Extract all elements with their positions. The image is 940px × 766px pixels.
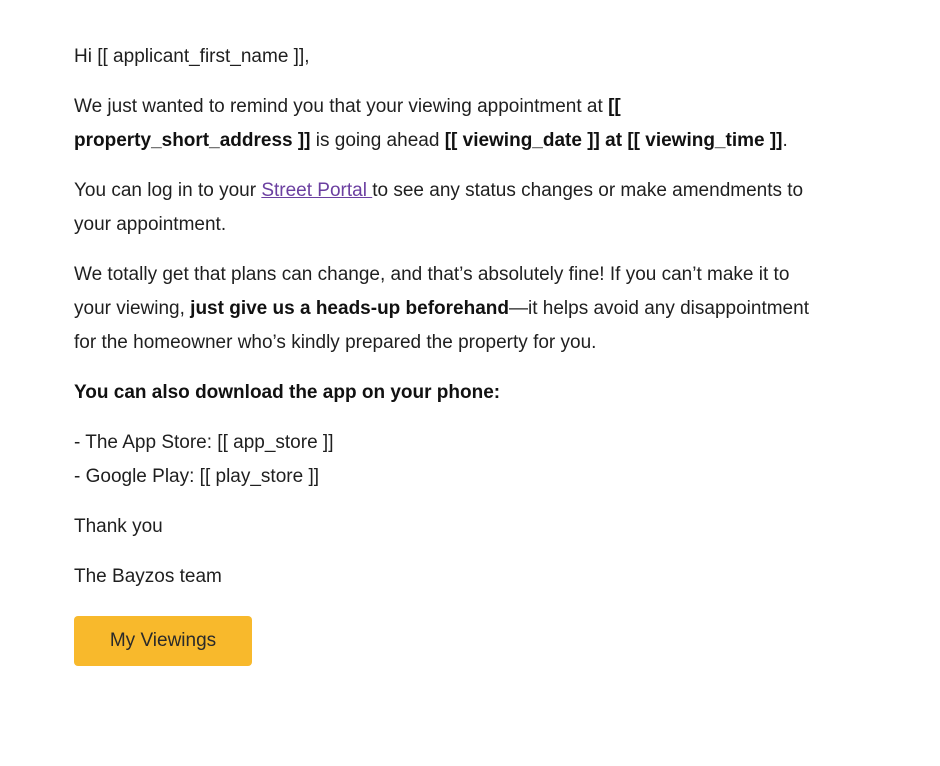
app-heading-text: You can also download the app on your ph… [74,382,501,403]
store-list: - The App Store: [[ app_store ]] - Googl… [74,426,814,494]
plans-paragraph: We totally get that plans can change, an… [74,258,814,360]
portal-paragraph: You can log in to your Street Portal to … [74,174,814,242]
portal-text-1: You can log in to your [74,180,262,201]
thanks-text: Thank you [74,516,163,537]
list-item-google-play: - Google Play: [[ play_store ]] [74,466,320,487]
reminder-text-3: . [782,130,788,151]
street-portal-link[interactable]: Street Portal [261,180,372,201]
signature: The Bayzos team [74,566,222,587]
viewing-datetime-placeholder: [[ viewing_date ]] at [[ viewing_time ]] [444,130,783,151]
reminder-text-2: is going ahead [310,130,445,151]
email-body: Hi [[ applicant_first_name ]], We just w… [74,40,814,666]
heads-up-emphasis: just give us a heads-up beforehand [190,298,510,319]
app-heading: You can also download the app on your ph… [74,376,814,410]
reminder-paragraph: We just wanted to remind you that your v… [74,90,814,158]
my-viewings-button[interactable]: My Viewings [74,616,252,666]
greeting: Hi [[ applicant_first_name ]], [74,46,310,67]
reminder-text-1: We just wanted to remind you that your v… [74,96,609,117]
list-item-app-store: - The App Store: [[ app_store ]] [74,432,334,453]
